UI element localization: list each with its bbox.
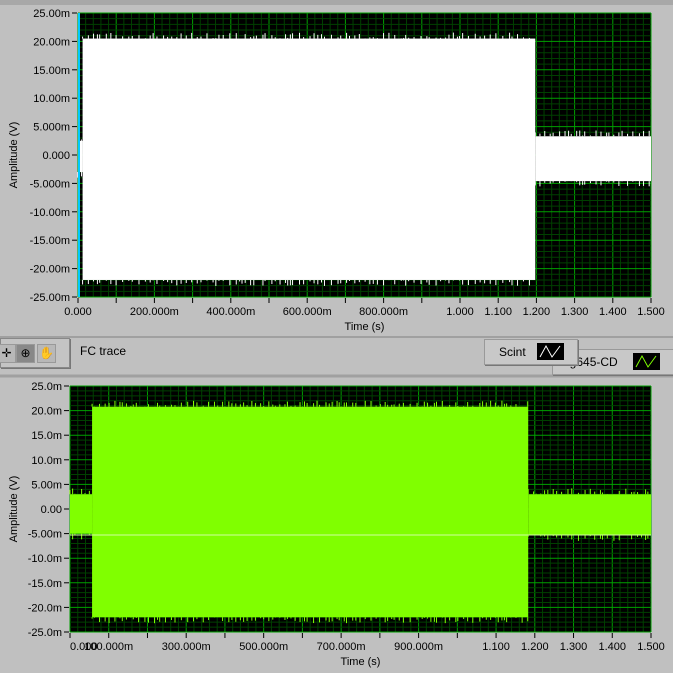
graph-title: FC trace [80, 344, 127, 358]
graph-palette: ✛ ⊕ ✋ [0, 338, 70, 368]
y-tick-label: 10.00m [33, 93, 70, 105]
y-tick-label: 20.00m [33, 36, 70, 48]
y-tick-label: -5.00m [28, 529, 62, 541]
x-tick-label: 300.000m [162, 641, 211, 653]
signal-trace [92, 406, 529, 618]
y-tick-label: 10.0m [31, 455, 62, 467]
y-tick-label: -25.00m [30, 292, 70, 304]
x-axis-label: Time (s) [345, 321, 385, 333]
pan-hand-icon[interactable]: ✋ [37, 344, 56, 363]
legend-label: Scint [499, 345, 526, 359]
y-tick-label: -20.00m [30, 264, 70, 276]
x-tick-label: 1.100 [482, 641, 510, 653]
y-axis-label: Amplitude (V) [8, 476, 20, 543]
y-tick-label: 15.00m [33, 65, 70, 77]
x-tick-label: 1.400 [599, 306, 627, 318]
x-tick-label: 1.200 [523, 306, 551, 318]
green-line-swatch-icon [633, 353, 660, 370]
y-tick-label: 5.00m [31, 479, 62, 491]
signal-trace [535, 136, 651, 182]
x-tick-label: 1.200 [521, 641, 549, 653]
x-tick-label: 1.300 [560, 641, 588, 653]
y-tick-label: 0.000 [42, 150, 70, 162]
plot-legend-scint[interactable]: Scint [484, 339, 578, 365]
y-axis-label: Amplitude (V) [8, 122, 20, 189]
signal-trace [70, 494, 93, 534]
x-tick-label: 400.000m [206, 306, 255, 318]
signal-trace [82, 38, 536, 280]
x-tick-label: 1.500 [637, 641, 665, 653]
x-tick-label: 700.000m [317, 641, 366, 653]
x-tick-label: 1.100 [484, 306, 512, 318]
x-tick-label: 600.000m [283, 306, 332, 318]
x-tick-label: 1.300 [561, 306, 589, 318]
x-tick-label: 200.000m [130, 306, 179, 318]
signal-trace [528, 494, 651, 536]
y-tick-label: -10.0m [28, 553, 62, 565]
y-tick-label: -5.000m [30, 178, 70, 190]
x-tick-label: 1.500 [637, 306, 665, 318]
y-tick-label: 20.0m [31, 406, 62, 418]
x-tick-label: 800.000m [359, 306, 408, 318]
graphs-canvas: 25.00m 20.00m 15.00m 10.00m 5.000m 0.000 -5.00… [0, 8, 673, 668]
y-tick-label: -15.0m [28, 578, 62, 590]
x-tick-label: 100.000m [84, 641, 133, 653]
y-tick-label: 25.0m [31, 381, 62, 393]
y-tick-label: 15.0m [31, 430, 62, 442]
y-tick-label: -20.0m [28, 602, 62, 614]
y-tick-label: -25.0m [28, 627, 62, 639]
y-tick-label: -15.00m [30, 235, 70, 247]
x-tick-label: 1.400 [599, 641, 627, 653]
y-tick-label: 25.00m [33, 8, 70, 20]
y-tick-label: -10.00m [30, 207, 70, 219]
y-tick-label: 0.00 [41, 504, 62, 516]
cursor-icon[interactable]: ✛ [0, 344, 16, 363]
y-tick-label: 5.000m [33, 122, 70, 134]
white-line-swatch-icon [537, 343, 564, 360]
x-tick-label: 0.000 [64, 306, 92, 318]
x-axis-label: Time (s) [341, 656, 381, 668]
x-tick-label: 1.000 [446, 306, 474, 318]
zoom-icon[interactable]: ⊕ [16, 344, 35, 363]
x-tick-label: 500.000m [239, 641, 288, 653]
x-tick-label: 900.000m [394, 641, 443, 653]
